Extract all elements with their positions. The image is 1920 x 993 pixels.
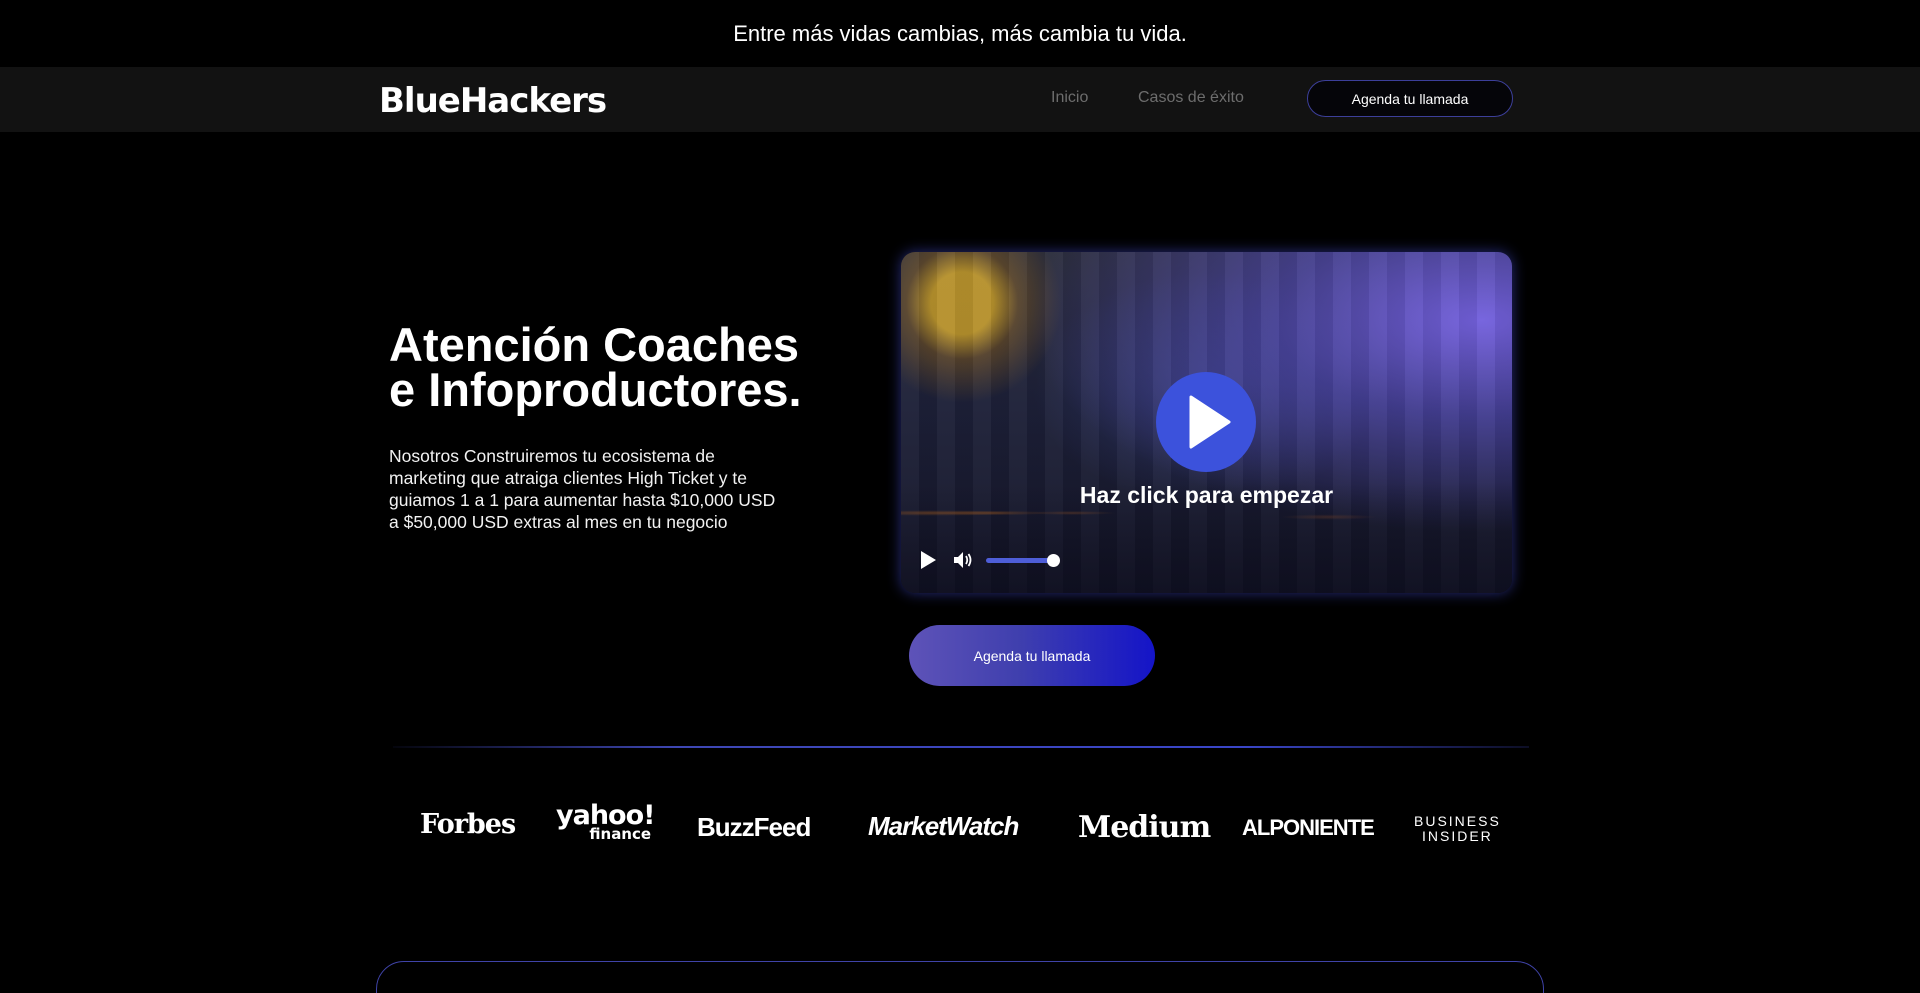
volume-slider[interactable] bbox=[986, 553, 1060, 567]
medium-logo: Medium bbox=[1078, 810, 1211, 845]
hero-title-line-1: Atención Coaches bbox=[389, 318, 800, 371]
press-logos: Forbes yahoo! finance BuzzFeed MarketWat… bbox=[0, 800, 1920, 850]
finance-logo-text: finance bbox=[589, 825, 652, 844]
marketwatch-logo: MarketWatch bbox=[868, 811, 1019, 841]
hero-description: Nosotros Construiremos tu ecosistema de … bbox=[389, 446, 776, 532]
navbar: BlueHackers Inicio Casos de éxito Agenda… bbox=[0, 67, 1920, 132]
forbes-logo: Forbes bbox=[420, 809, 516, 840]
alponiente-logo: ALPONIENTE bbox=[1242, 815, 1375, 840]
video-player[interactable]: Haz click para empezar bbox=[901, 252, 1512, 593]
announcement-bar: Entre más vidas cambias, más cambia tu v… bbox=[0, 0, 1920, 67]
next-section-card bbox=[376, 961, 1544, 993]
play-icon bbox=[1189, 395, 1231, 449]
nav-link-casos-de-exito[interactable]: Casos de éxito bbox=[1138, 89, 1244, 107]
nav-schedule-call-button[interactable]: Agenda tu llamada bbox=[1307, 80, 1513, 117]
volume-slider-handle[interactable] bbox=[1047, 553, 1060, 567]
nav-link-inicio[interactable]: Inicio bbox=[1051, 89, 1088, 107]
buzzfeed-logo: BuzzFeed bbox=[697, 812, 811, 842]
play-icon[interactable] bbox=[919, 550, 937, 570]
big-play-button[interactable] bbox=[1156, 372, 1256, 472]
hero-schedule-call-button[interactable]: Agenda tu llamada bbox=[909, 625, 1155, 686]
yahoo-finance-logo: yahoo! finance bbox=[556, 802, 655, 844]
video-caption: Haz click para empezar bbox=[1079, 482, 1334, 508]
brand-logo[interactable]: BlueHackers bbox=[379, 81, 607, 121]
hero-title-line-2: e Infoproductores. bbox=[389, 363, 802, 416]
announcement-text: Entre más vidas cambias, más cambia tu v… bbox=[733, 20, 1187, 46]
insider-text: INSIDER bbox=[1422, 828, 1493, 844]
business-text: BUSINESS bbox=[1414, 813, 1501, 829]
business-insider-logo: BUSINESS INSIDER bbox=[1414, 814, 1501, 844]
video-controls bbox=[919, 550, 1060, 570]
section-divider bbox=[393, 746, 1529, 748]
hero-title: Atención Coaches e Infoproductores. bbox=[389, 318, 809, 416]
volume-icon[interactable] bbox=[953, 551, 973, 569]
